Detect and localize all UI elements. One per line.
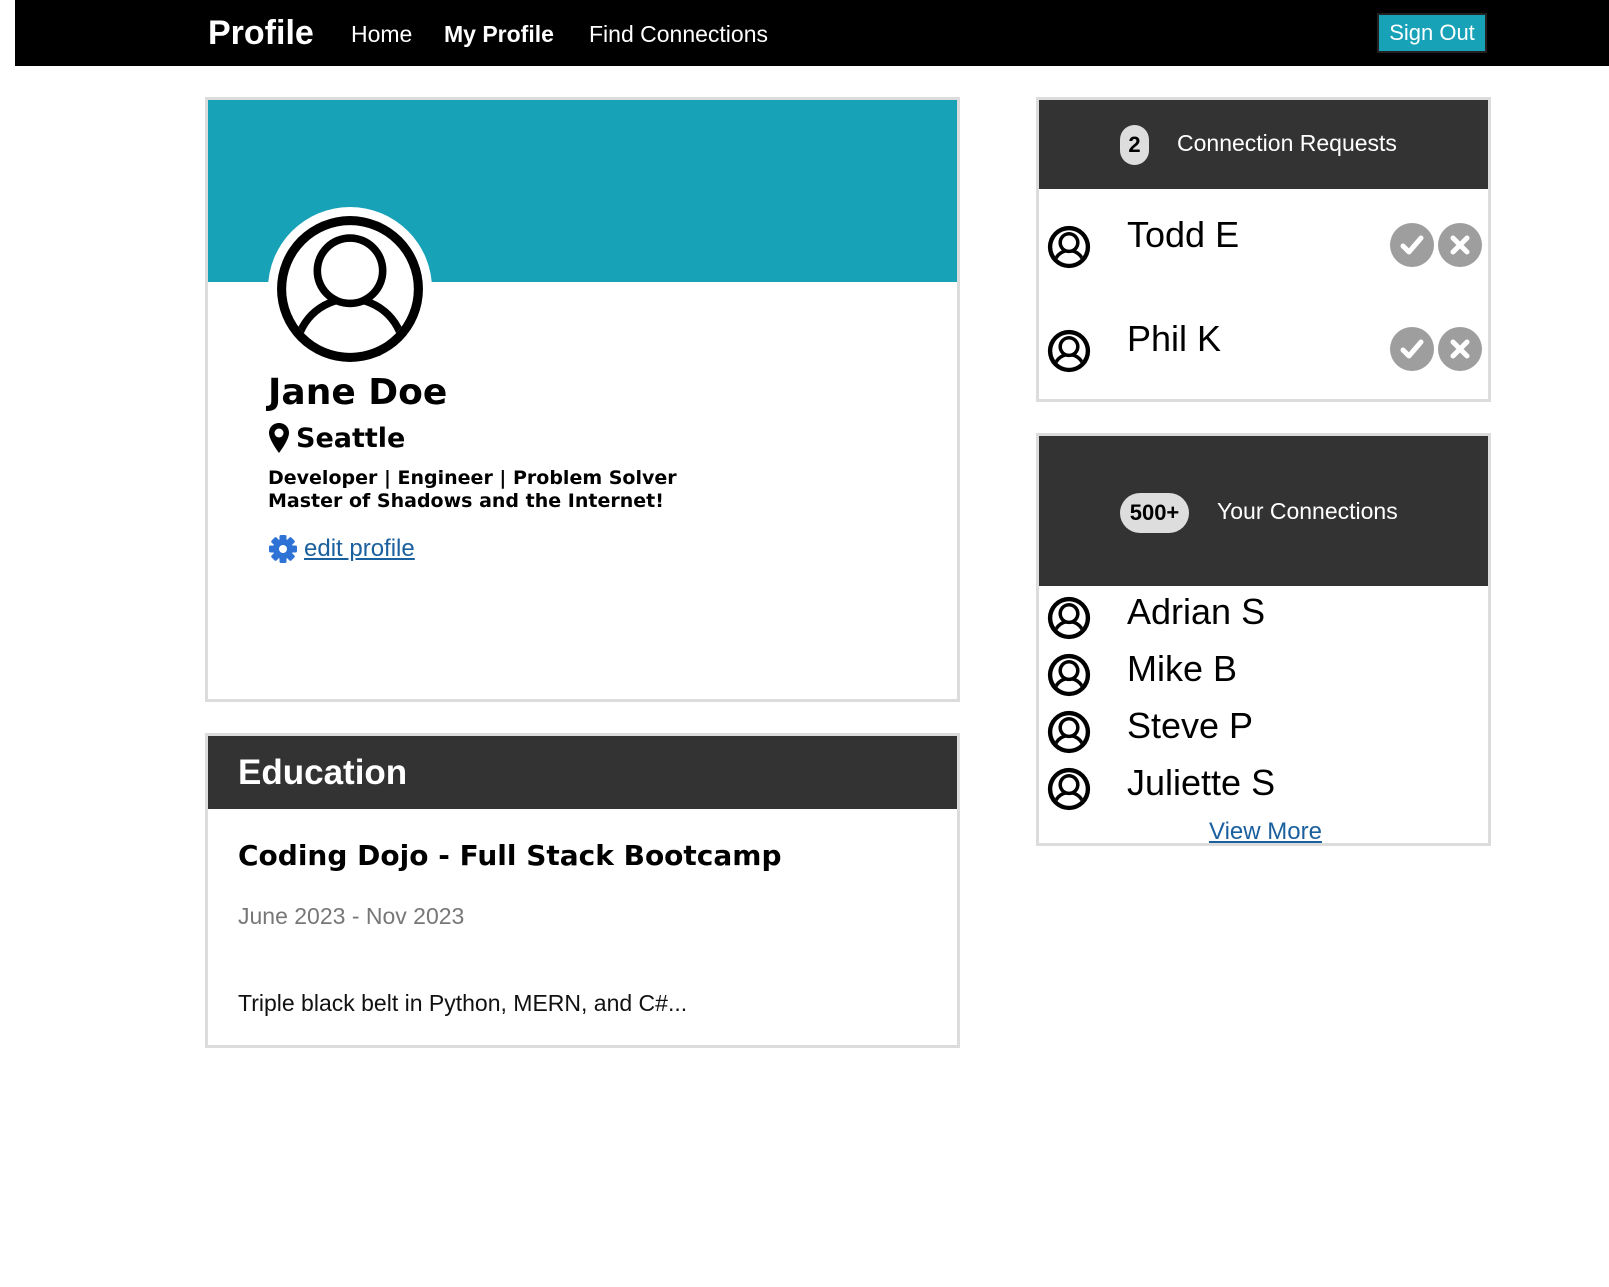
accept-button[interactable] bbox=[1390, 327, 1434, 371]
education-heading: Education bbox=[208, 736, 957, 809]
location-label: Seattle bbox=[296, 422, 406, 454]
decline-button[interactable] bbox=[1438, 327, 1482, 371]
decline-button[interactable] bbox=[1438, 223, 1482, 267]
request-row: Todd E bbox=[1039, 214, 1488, 277]
map-pin-icon bbox=[269, 423, 289, 453]
requests-count-badge: 2 bbox=[1120, 125, 1149, 165]
education-dates: June 2023 - Nov 2023 bbox=[238, 903, 465, 929]
connections-heading: Your Connections bbox=[1217, 498, 1398, 524]
brand-title: Profile bbox=[208, 14, 314, 52]
profile-tagline: Developer | Engineer | Problem Solver bbox=[268, 467, 677, 489]
connections-header: 500+ Your Connections bbox=[1039, 436, 1488, 586]
connection-row: Juliette S bbox=[1039, 757, 1488, 817]
connection-requests-card: 2 Connection Requests Todd E Phil K bbox=[1036, 97, 1491, 402]
connection-name[interactable]: Adrian S bbox=[1127, 591, 1265, 633]
nav-find-connections-link[interactable]: Find Connections bbox=[589, 21, 768, 48]
connections-card: 500+ Your Connections Adrian S Mike B St… bbox=[1036, 433, 1491, 846]
request-row: Phil K bbox=[1039, 318, 1488, 381]
nav-my-profile-link[interactable]: My Profile bbox=[444, 21, 554, 48]
request-name[interactable]: Todd E bbox=[1127, 214, 1239, 256]
connection-row: Mike B bbox=[1039, 643, 1488, 703]
connection-row: Adrian S bbox=[1039, 586, 1488, 646]
user-circle-icon bbox=[277, 216, 423, 362]
requests-header: 2 Connection Requests bbox=[1039, 100, 1488, 189]
profile-bio: Master of Shadows and the Internet! bbox=[268, 490, 664, 512]
user-circle-icon bbox=[1047, 329, 1091, 373]
check-icon bbox=[1400, 339, 1424, 359]
connection-row: Steve P bbox=[1039, 700, 1488, 760]
check-icon bbox=[1400, 235, 1424, 255]
connection-name[interactable]: Steve P bbox=[1127, 705, 1253, 747]
nav-home-link[interactable]: Home bbox=[351, 21, 412, 48]
close-icon bbox=[1450, 235, 1470, 255]
profile-avatar bbox=[268, 207, 432, 371]
edit-profile-link[interactable]: edit profile bbox=[304, 535, 415, 563]
location-row: Seattle bbox=[268, 422, 405, 454]
sign-out-button[interactable]: Sign Out bbox=[1377, 13, 1487, 53]
gear-icon[interactable] bbox=[268, 534, 298, 564]
education-school: Coding Dojo - Full Stack Bootcamp bbox=[238, 839, 782, 872]
view-more-link[interactable]: View More bbox=[1209, 818, 1322, 846]
connection-name[interactable]: Mike B bbox=[1127, 648, 1237, 690]
user-circle-icon bbox=[1047, 596, 1091, 640]
user-circle-icon bbox=[1047, 767, 1091, 811]
close-icon bbox=[1450, 339, 1470, 359]
top-navbar: Profile Home My Profile Find Connections… bbox=[15, 0, 1609, 66]
connections-count-badge: 500+ bbox=[1120, 493, 1189, 533]
education-description: Triple black belt in Python, MERN, and C… bbox=[238, 990, 688, 1016]
user-circle-icon bbox=[1047, 225, 1091, 269]
accept-button[interactable] bbox=[1390, 223, 1434, 267]
profile-name: Jane Doe bbox=[268, 372, 448, 413]
request-name[interactable]: Phil K bbox=[1127, 318, 1221, 360]
connection-name[interactable]: Juliette S bbox=[1127, 762, 1275, 804]
requests-heading: Connection Requests bbox=[1177, 130, 1397, 156]
edit-profile-row: edit profile bbox=[268, 534, 415, 564]
user-circle-icon bbox=[1047, 710, 1091, 754]
profile-card: Jane Doe Seattle Developer | Engineer | … bbox=[205, 97, 960, 702]
education-card: Education Coding Dojo - Full Stack Bootc… bbox=[205, 733, 960, 1048]
user-circle-icon bbox=[1047, 653, 1091, 697]
